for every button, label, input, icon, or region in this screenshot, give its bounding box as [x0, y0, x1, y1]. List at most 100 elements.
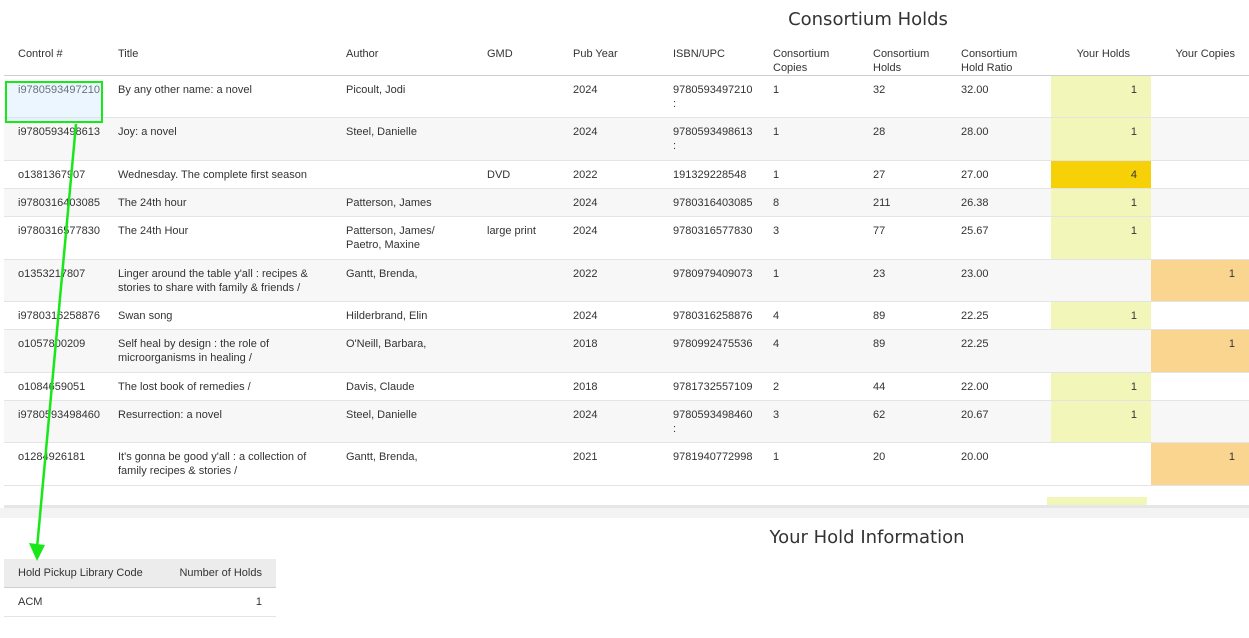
cell-line: The lost book of remedies / [118, 381, 251, 393]
title-cell: Swan song [104, 301, 332, 330]
hold-ratio-cell: 22.00 [947, 372, 1051, 401]
author-cell: Gantt, Brenda, [332, 259, 473, 302]
control-number-cell[interactable]: o1284926181 [4, 442, 104, 486]
pub-year-cell: 2024 [559, 400, 659, 443]
col-consortium-copies[interactable]: Consortium Copies [759, 36, 859, 76]
author-cell: Steel, Danielle [332, 117, 473, 161]
pub-year-cell: 2018 [559, 372, 659, 401]
col-isbn[interactable]: ISBN/UPC [659, 36, 759, 76]
table-row[interactable]: i9780593498460 Resurrection: a novel Steel… [4, 400, 1249, 443]
consortium-holds-cell: 44 [859, 372, 947, 401]
cell-line: Paetro, Maxine [346, 239, 420, 251]
table-row[interactable]: i9780316403085 The 24th hour Patterson, Ja… [4, 188, 1249, 217]
hold-ratio-cell: 32.00 [947, 75, 1051, 118]
col-gmd[interactable]: GMD [473, 36, 559, 76]
col-your-copies[interactable]: Your Copies [1151, 36, 1249, 76]
table-row[interactable]: i9780316258876 Swan song Hilderbrand, Elin… [4, 301, 1249, 330]
isbn-cell: 9781732557109 [659, 372, 759, 401]
your-copies-cell [1151, 301, 1249, 330]
consortium-holds-cell: 62 [859, 400, 947, 443]
your-holds-cell [1051, 329, 1151, 373]
hold-ratio-cell: 23.00 [947, 259, 1051, 302]
header-line: Holds [873, 62, 902, 74]
gmd-cell [473, 442, 559, 486]
your-holds-cell: 1 [1051, 216, 1151, 260]
table-row[interactable]: i9780316577830 The 24th Hour Patterson, Ja… [4, 216, 1249, 260]
table-row[interactable]: o1057800209 Self heal by design : the rol… [4, 329, 1249, 373]
control-number-cell[interactable]: i9780316577830 [4, 216, 104, 260]
author-cell: O'Neill, Barbara, [332, 329, 473, 373]
control-number-cell[interactable]: i9780316403085 [4, 188, 104, 217]
col-pub-year[interactable]: Pub Year [559, 36, 659, 76]
your-copies-cell [1151, 400, 1249, 443]
header-line: Consortium [773, 48, 830, 60]
control-number-cell[interactable]: i9780593498613 [4, 117, 104, 161]
pub-year-cell: 2018 [559, 329, 659, 373]
title-cell: Self heal by design : the role of microor… [104, 329, 332, 373]
table-row[interactable]: i9780593498613 Joy: a novel Steel, Daniell… [4, 117, 1249, 161]
table-row: ACM 1 [4, 587, 276, 617]
gmd-cell [473, 117, 559, 161]
cell-line: Wednesday. The complete first season [118, 169, 307, 181]
control-number-cell[interactable]: o1084659051 [4, 372, 104, 401]
consortium-holds-cell: 211 [859, 188, 947, 217]
pub-year-cell: 2024 [559, 75, 659, 118]
col-title[interactable]: Title [104, 36, 332, 76]
table-body: i9780593497210 By any other name: a novel… [4, 75, 1249, 486]
isbn-cell: 9780316403085 [659, 188, 759, 217]
table-row[interactable]: o1284926181 It's gonna be good y'all : a … [4, 442, 1249, 486]
table-row[interactable]: o1381367907 Wednesday. The complete first… [4, 160, 1249, 189]
gmd-cell [473, 400, 559, 443]
consortium-copies-cell: 3 [759, 400, 859, 443]
col-control[interactable]: Control # [4, 36, 104, 76]
table-row[interactable]: o1353217807 Linger around the table y'all… [4, 259, 1249, 302]
cell-line: Steel, Danielle [346, 126, 417, 138]
hold-ratio-cell: 22.25 [947, 301, 1051, 330]
consortium-copies-cell: 4 [759, 301, 859, 330]
col-consortium-holds[interactable]: Consortium Holds [859, 36, 947, 76]
consortium-holds-cell: 89 [859, 301, 947, 330]
isbn-cell: 9780979409073 [659, 259, 759, 302]
control-number-cell[interactable]: o1057800209 [4, 329, 104, 373]
hold-ratio-cell: 26.38 [947, 188, 1051, 217]
gmd-cell [473, 301, 559, 330]
hold-ratio-cell: 27.00 [947, 160, 1051, 189]
col-author[interactable]: Author [332, 36, 473, 76]
cell-line: 9780593498460 [673, 409, 753, 421]
consortium-holds-cell: 23 [859, 259, 947, 302]
cell-line: Davis, Claude [346, 381, 415, 393]
control-number-cell[interactable]: o1353217807 [4, 259, 104, 302]
title-cell: The 24th hour [104, 188, 332, 217]
cell-line: 9781732557109 [673, 381, 753, 393]
pub-year-cell: 2024 [559, 188, 659, 217]
cell-line: It's gonna be good y'all : a collection … [118, 451, 307, 463]
col-library-code[interactable]: Hold Pickup Library Code [4, 559, 156, 588]
consortium-holds-cell: 27 [859, 160, 947, 189]
cell-line: Swan song [118, 310, 173, 322]
gmd-cell [473, 188, 559, 217]
cell-line: 9780316403085 [673, 197, 753, 209]
col-your-holds[interactable]: Your Holds [1051, 36, 1151, 76]
cell-line: The 24th Hour [118, 225, 189, 237]
consortium-holds-cell: 32 [859, 75, 947, 118]
table-row[interactable]: o1084659051 The lost book of remedies / Da… [4, 372, 1249, 401]
col-number-of-holds[interactable]: Number of Holds [156, 559, 276, 588]
control-number-cell[interactable]: o1381367907 [4, 160, 104, 189]
your-holds-cell: 1 [1051, 75, 1151, 118]
col-hold-ratio[interactable]: Consortium Hold Ratio [947, 36, 1051, 76]
control-number-cell[interactable]: i9780316258876 [4, 301, 104, 330]
title-cell: By any other name: a novel [104, 75, 332, 118]
table-row[interactable]: i9780593497210 By any other name: a novel… [4, 75, 1249, 118]
cell-line: Patterson, James/ [346, 225, 435, 237]
title-cell: Resurrection: a novel [104, 400, 332, 443]
your-copies-cell: 1 [1151, 329, 1249, 373]
hold-ratio-cell: 28.00 [947, 117, 1051, 161]
consortium-holds-cell: 28 [859, 117, 947, 161]
control-number-cell[interactable]: i9780593498460 [4, 400, 104, 443]
title-cell: Joy: a novel [104, 117, 332, 161]
your-copies-cell [1151, 188, 1249, 217]
cell-line: Joy: a novel [118, 126, 177, 138]
author-cell: Patterson, James/Paetro, Maxine [332, 216, 473, 260]
title-cell: It's gonna be good y'all : a collection … [104, 442, 332, 486]
your-holds-cell: 1 [1051, 372, 1151, 401]
